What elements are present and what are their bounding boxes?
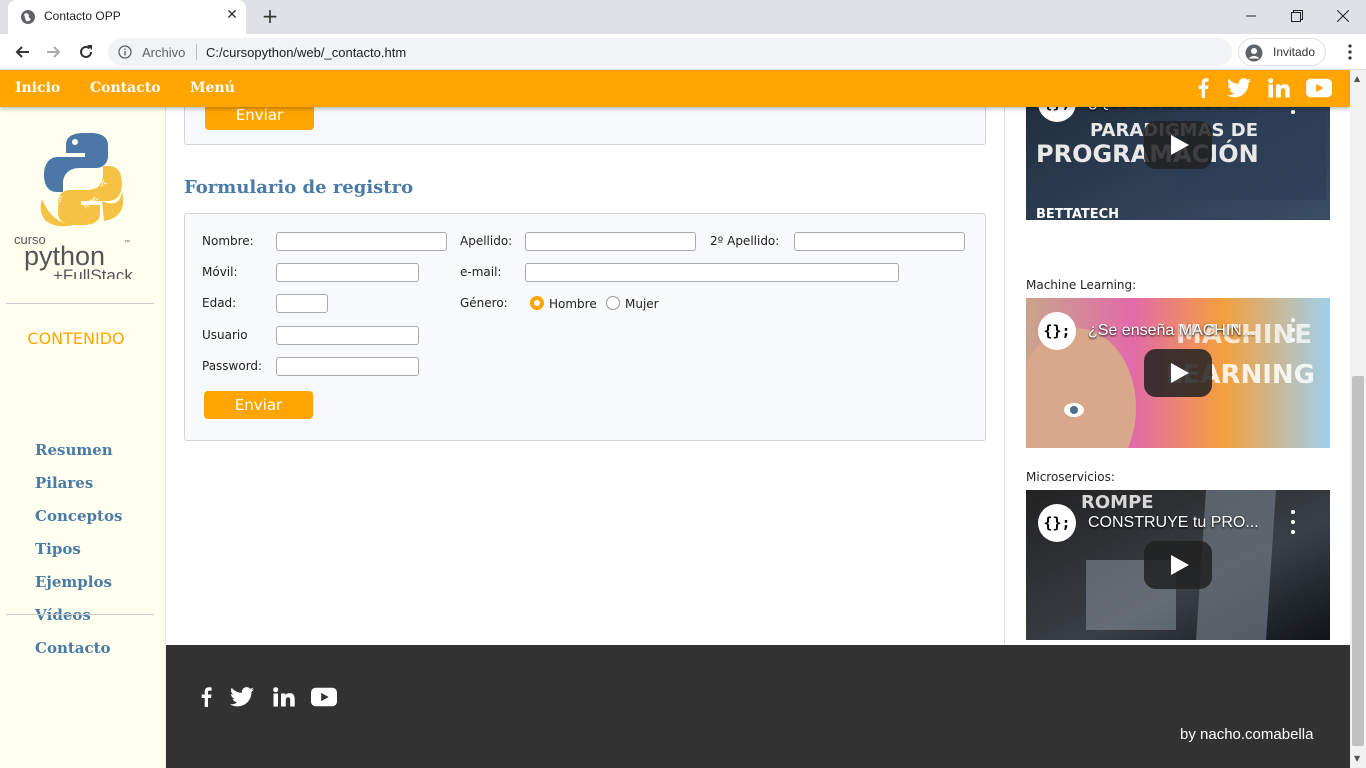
omnibox-divider bbox=[196, 44, 197, 60]
linkedin-icon[interactable] bbox=[1266, 77, 1292, 99]
tab-title: Contacto OPP bbox=[44, 9, 121, 23]
nombre-label: Nombre: bbox=[202, 234, 254, 248]
sidebar-item-contacto[interactable]: Contacto bbox=[35, 639, 111, 657]
nav-link-inicio[interactable]: Inicio bbox=[15, 80, 60, 96]
nav-link-contacto[interactable]: Contacto bbox=[90, 80, 161, 96]
movil-label: Móvil: bbox=[202, 265, 238, 279]
facebook-icon[interactable] bbox=[1190, 77, 1216, 99]
page-footer: by nacho.comabella bbox=[166, 645, 1350, 768]
browser-toolbar: Archivo C:/cursopython/web/_contacto.htm… bbox=[0, 34, 1366, 70]
url-text[interactable]: C:/cursopython/web/_contacto.htm bbox=[206, 45, 406, 60]
video-column: PARADIGMAS DE PROGRAMACIÓN BETTATECH {};… bbox=[1004, 70, 1350, 645]
sidebar-item-pilares[interactable]: Pilares bbox=[35, 474, 93, 492]
nombre-field[interactable] bbox=[276, 232, 447, 251]
reload-icon[interactable] bbox=[74, 40, 98, 64]
scroll-up-arrow-icon[interactable]: ▲ bbox=[1354, 74, 1360, 83]
youtube-icon[interactable] bbox=[310, 685, 338, 709]
apellido-field[interactable] bbox=[525, 232, 696, 251]
play-icon[interactable] bbox=[1144, 541, 1212, 589]
segundo-apellido-label: 2º Apellido: bbox=[710, 234, 780, 248]
scroll-down-arrow-icon[interactable]: ▼ bbox=[1354, 754, 1360, 763]
page-scrollbar[interactable]: ▲ ▼ bbox=[1350, 70, 1366, 768]
channel-watermark: BETTATECH bbox=[1036, 207, 1119, 220]
channel-avatar[interactable]: {}; bbox=[1038, 504, 1076, 542]
play-icon[interactable] bbox=[1144, 349, 1212, 397]
site-navbar: Inicio Contacto Menú bbox=[0, 70, 1350, 107]
globe-icon bbox=[21, 10, 35, 24]
sidebar-item-conceptos[interactable]: Conceptos bbox=[35, 507, 122, 525]
password-field[interactable] bbox=[276, 357, 419, 376]
file-scheme-label: Archivo bbox=[142, 45, 186, 60]
video-microservicios[interactable]: ROMPE {}; CONSTRUYE tu PRO... bbox=[1026, 490, 1330, 640]
back-arrow-icon[interactable] bbox=[10, 40, 34, 64]
window-close-icon[interactable] bbox=[1320, 0, 1366, 32]
nav-link-menu[interactable]: Menú bbox=[190, 80, 235, 96]
page-viewport: Inicio Contacto Menú SQL HTML Linux curs… bbox=[0, 70, 1350, 768]
tab-close-icon[interactable]: ✕ bbox=[224, 7, 240, 23]
person-icon bbox=[1245, 44, 1263, 62]
genero-label: Género: bbox=[460, 296, 508, 310]
logo-tm-text: ™ bbox=[124, 239, 130, 246]
sidebar-item-tipos[interactable]: Tipos bbox=[35, 540, 81, 558]
hombre-radio[interactable] bbox=[530, 296, 544, 310]
main-content: Enviar Formulario de registro Nombre: Ap… bbox=[166, 87, 1004, 645]
video-machine-learning[interactable]: MACHINE LEARNING {}; ¿Se enseña MACHIN..… bbox=[1026, 298, 1330, 448]
info-icon[interactable] bbox=[118, 45, 132, 59]
mujer-radio-label[interactable]: Mujer bbox=[625, 297, 659, 311]
facebook-icon[interactable] bbox=[192, 685, 220, 709]
minimize-icon[interactable] bbox=[1228, 0, 1274, 32]
more-options-icon[interactable] bbox=[1288, 318, 1298, 342]
edad-field[interactable] bbox=[276, 294, 328, 313]
curso-python-logo[interactable]: SQL HTML Linux curso python ™ +FullStack bbox=[12, 129, 152, 279]
segundo-apellido-field[interactable] bbox=[794, 232, 965, 251]
browser-tab[interactable]: Contacto OPP ✕ bbox=[8, 0, 246, 34]
play-icon[interactable] bbox=[1144, 121, 1212, 169]
restore-icon[interactable] bbox=[1274, 0, 1320, 32]
footer-credit: by nacho.comabella bbox=[1180, 726, 1314, 743]
twitter-icon[interactable] bbox=[228, 685, 256, 709]
linkedin-icon[interactable] bbox=[270, 685, 298, 709]
registration-form: Nombre: Apellido: 2º Apellido: Móvil: e-… bbox=[184, 213, 986, 441]
channel-avatar[interactable]: {}; bbox=[1038, 312, 1076, 350]
sidebar-item-resumen[interactable]: Resumen bbox=[35, 441, 113, 459]
email-field[interactable] bbox=[525, 263, 899, 282]
sidebar: SQL HTML Linux curso python ™ +FullStack… bbox=[0, 107, 166, 768]
new-tab-icon[interactable]: + bbox=[260, 6, 280, 26]
usuario-field[interactable] bbox=[276, 326, 419, 345]
forward-arrow-icon[interactable] bbox=[42, 40, 66, 64]
twitter-icon[interactable] bbox=[1226, 77, 1252, 99]
hombre-radio-label[interactable]: Hombre bbox=[549, 297, 597, 311]
video-title[interactable]: CONSTRUYE tu PRO... bbox=[1088, 514, 1288, 532]
profile-label: Invitado bbox=[1273, 45, 1316, 59]
video-title[interactable]: ¿Se enseña MACHIN... bbox=[1088, 322, 1288, 340]
sidebar-heading: CONTENIDO bbox=[27, 329, 125, 348]
sidebar-divider-bottom bbox=[6, 614, 154, 615]
registration-submit-button[interactable]: Enviar bbox=[204, 391, 313, 419]
apellido-label: Apellido: bbox=[460, 234, 513, 248]
browser-menu-icon[interactable] bbox=[1338, 40, 1362, 64]
more-options-icon[interactable] bbox=[1288, 510, 1298, 534]
video-caption-ml: Machine Learning: bbox=[1026, 278, 1137, 292]
mujer-radio[interactable] bbox=[606, 296, 620, 310]
video-caption-microservicios: Microservicios: bbox=[1026, 470, 1115, 484]
email-label: e-mail: bbox=[460, 265, 502, 279]
usuario-label: Usuario bbox=[202, 328, 248, 342]
address-bar[interactable]: Archivo C:/cursopython/web/_contacto.htm bbox=[108, 38, 1232, 66]
edad-label: Edad: bbox=[202, 296, 237, 310]
browser-tabstrip: Contacto OPP ✕ + bbox=[0, 0, 1366, 34]
password-label: Password: bbox=[202, 359, 263, 373]
svg-text:ROMPE: ROMPE bbox=[1081, 492, 1154, 513]
scrollbar-thumb[interactable] bbox=[1352, 376, 1364, 746]
profile-button[interactable]: Invitado bbox=[1238, 38, 1326, 66]
registration-form-title: Formulario de registro bbox=[184, 177, 414, 198]
movil-field[interactable] bbox=[276, 263, 419, 282]
sidebar-item-videos[interactable]: Vídeos bbox=[35, 606, 91, 624]
sidebar-divider bbox=[6, 303, 154, 304]
youtube-icon[interactable] bbox=[1306, 77, 1332, 99]
logo-fullstack-text: +FullStack bbox=[53, 266, 133, 279]
sidebar-item-ejemplos[interactable]: Ejemplos bbox=[35, 573, 112, 591]
